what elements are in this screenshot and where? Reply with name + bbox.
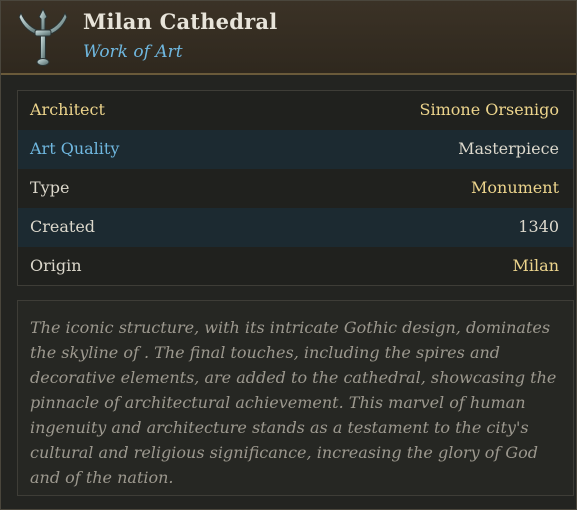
stat-row-created: Created 1340 (18, 208, 573, 247)
stat-row-art-quality: Art Quality Masterpiece (18, 130, 573, 169)
stat-label: Origin (30, 256, 82, 275)
stat-value: Milan (512, 256, 559, 275)
stat-label: Type (30, 178, 70, 197)
stat-label: Architect (30, 100, 105, 119)
stat-value: 1340 (518, 217, 559, 236)
stat-value: Simone Orsenigo (419, 100, 559, 119)
artwork-title: Milan Cathedral (83, 9, 278, 34)
stat-row-origin: Origin Milan (18, 247, 573, 286)
stat-row-architect: Architect Simone Orsenigo (18, 91, 573, 130)
stat-row-type: Type Monument (18, 169, 573, 208)
tooltip-header: Milan Cathedral Work of Art (1, 1, 576, 75)
stats-table: Architect Simone Orsenigo Art Quality Ma… (17, 90, 574, 286)
artwork-tooltip: Milan Cathedral Work of Art Architect Si… (0, 0, 577, 510)
artwork-description: The iconic structure, with its intricate… (17, 300, 574, 496)
artwork-category: Work of Art (83, 42, 183, 62)
stat-label[interactable]: Art Quality (30, 139, 119, 158)
trident-standard-icon (18, 7, 68, 66)
stat-value: Monument (471, 178, 559, 197)
stat-label: Created (30, 217, 96, 236)
stat-value: Masterpiece (458, 139, 559, 158)
